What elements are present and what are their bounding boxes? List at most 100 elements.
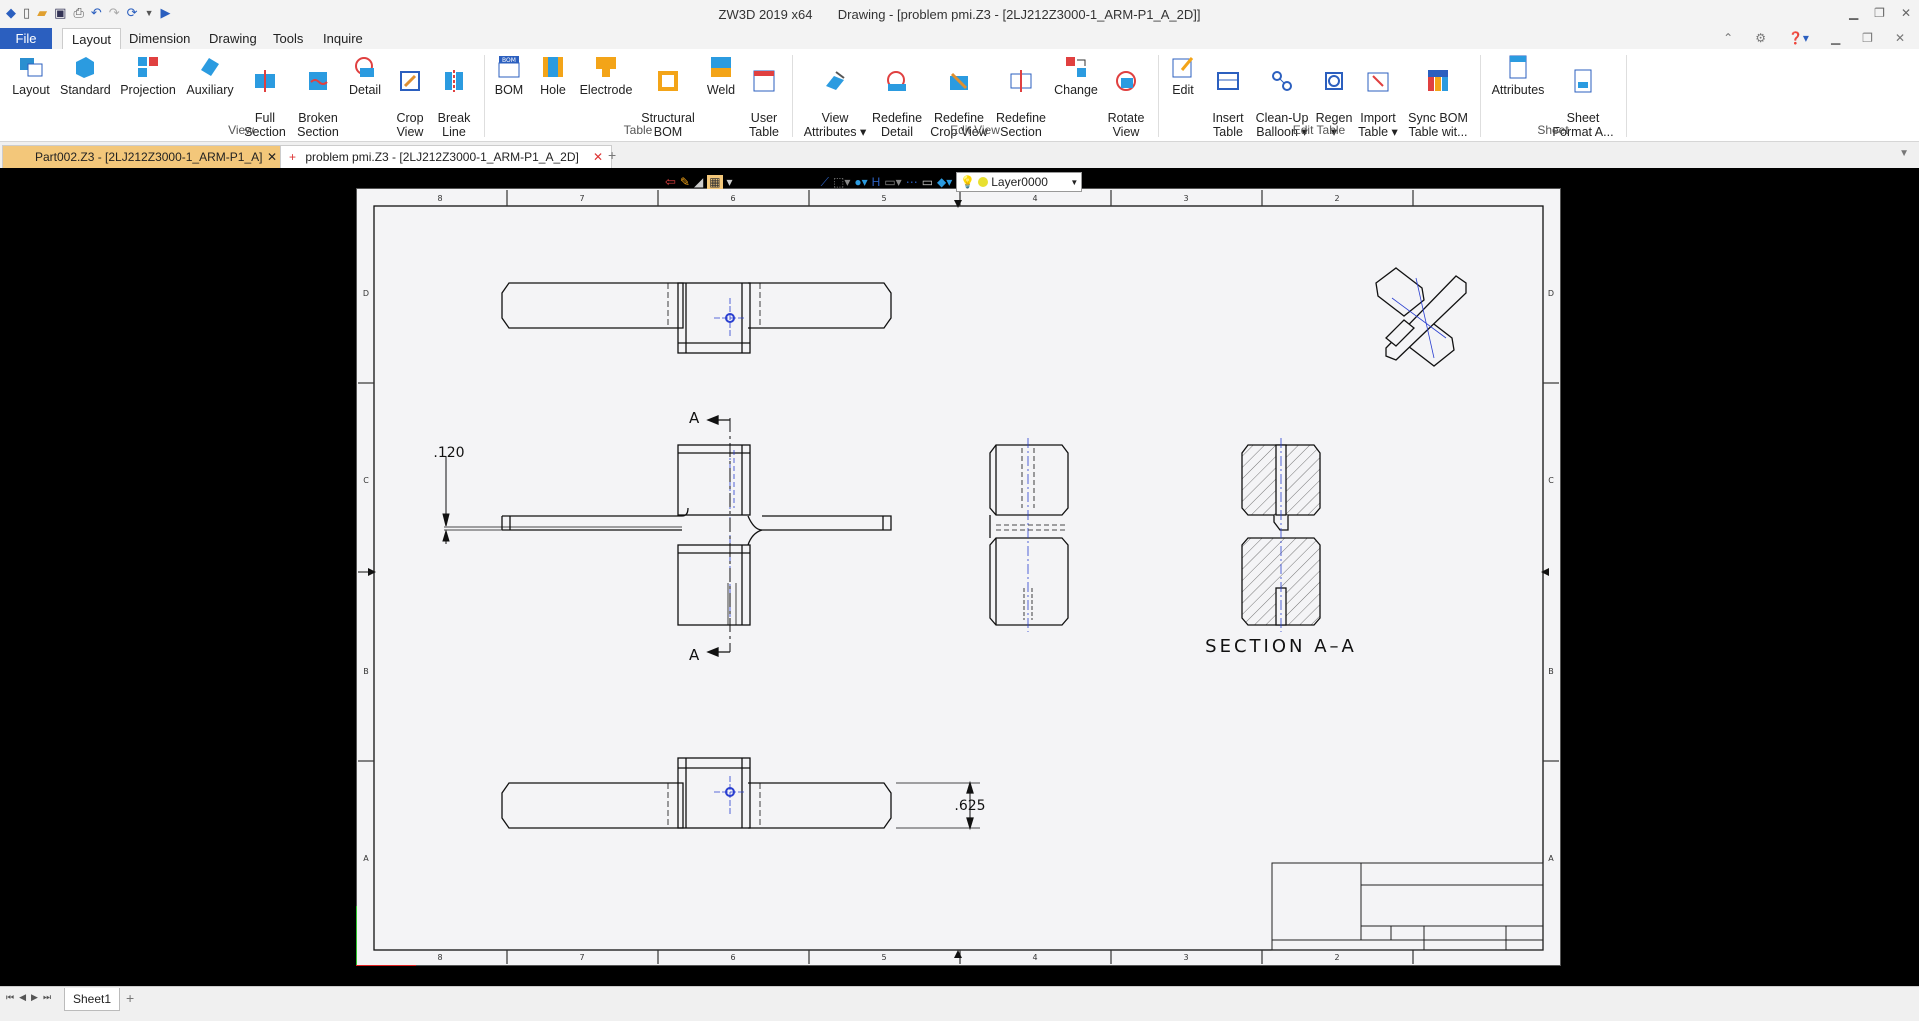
document-title: Drawing - [problem pmi.Z3 - [2LJ212Z3000… [837, 7, 1201, 22]
layer-dropdown[interactable]: 💡 Layer0000 ▼ [956, 172, 1083, 192]
zone-col-label: 5 [881, 953, 886, 962]
mdi-restore-icon[interactable]: ❐ [1862, 31, 1873, 45]
view-attributes-button[interactable]: View Attributes ▾ [800, 54, 870, 139]
layer-stack-icon[interactable]: ◆▾ [937, 175, 952, 189]
full-section-button[interactable]: Full Section ▾ [240, 54, 290, 153]
zone-col-label: 6 [730, 194, 735, 203]
tab-layout[interactable]: Layout [62, 28, 122, 51]
change-button[interactable]: Change [1052, 54, 1100, 122]
break-line-button[interactable]: Break Line [436, 54, 472, 139]
exit-icon[interactable]: ⇦ [665, 174, 676, 190]
zone-row-label: A [363, 854, 369, 863]
balloon-icon [1272, 71, 1292, 91]
tab-tools[interactable]: Tools [264, 28, 312, 49]
redefine-detail-button[interactable]: Redefine Detail [872, 54, 922, 139]
broken-section-button[interactable]: Broken Section [296, 54, 340, 139]
section-label-a-bottom: A [689, 646, 700, 664]
standard-view-icon [76, 57, 94, 78]
dimension-120-text[interactable]: .120 [433, 445, 464, 461]
dimension-mode-icon[interactable]: H [872, 175, 881, 189]
detail-button[interactable]: Detail [346, 54, 384, 122]
sheet-group-label: Sheet [1537, 123, 1569, 137]
tab-list-icon[interactable]: ▼ [1899, 148, 1909, 159]
layout-button[interactable]: Layout [10, 54, 52, 122]
regen-table-button[interactable]: Regen ▾ [1314, 54, 1354, 139]
crop-view-button[interactable]: Crop View [392, 54, 428, 139]
doc-tab-problem-pmi[interactable]: + problem pmi.Z3 - [2LJ212Z3000-1_ARM-P1… [280, 145, 612, 168]
highlight-icon[interactable]: ▦ [707, 175, 723, 189]
zone-col-label: 7 [579, 194, 584, 203]
user-table-button[interactable]: User Table [746, 54, 782, 139]
prev-sheet-icon[interactable]: ◀ [19, 992, 31, 1002]
tab-dimension[interactable]: Dimension [120, 28, 199, 49]
structural-bom-button[interactable]: Structural BOM [640, 54, 696, 139]
restore-icon[interactable]: ❐ [1874, 6, 1885, 20]
close-tab-icon[interactable]: ✕ [593, 146, 603, 168]
import-table-icon [1367, 72, 1389, 92]
bom-button[interactable]: BOM BOM [492, 54, 526, 122]
close-icon[interactable]: ✕ [1901, 6, 1911, 20]
zone-row-label: A [1548, 854, 1554, 863]
sheet-tab-sheet1[interactable]: Sheet1 [64, 988, 121, 1011]
sync-bom-table-button[interactable]: Sync BOM Table wit... [1404, 54, 1472, 139]
close-tab-icon[interactable]: ✕ [267, 146, 277, 168]
zone-col-label: 8 [437, 953, 442, 962]
structural-bom-icon [658, 71, 678, 91]
zone-col-label: 8 [437, 194, 442, 203]
edit-table-group-label: Edit Table [1292, 123, 1346, 137]
edit-table-button[interactable]: Edit [1166, 54, 1200, 122]
zone-row-label: C [363, 476, 369, 485]
help-icon[interactable]: ❓▾ [1788, 31, 1809, 45]
eraser-icon[interactable]: ◢ [694, 175, 703, 189]
hole-table-button[interactable]: Hole [536, 54, 570, 122]
projection-button[interactable]: Projection [118, 54, 178, 122]
section-title: SECTION A–A [1205, 636, 1357, 657]
standard-button[interactable]: Standard [60, 54, 111, 122]
sheet-format-button[interactable]: Sheet Format A... [1552, 54, 1614, 139]
hole-table-icon [543, 57, 563, 77]
electrode-button[interactable]: Electrode [578, 54, 634, 122]
pick-filter-icon[interactable]: ⟋ [821, 175, 829, 190]
edit-view-group-label: Edit View [950, 123, 1000, 137]
tab-inquire[interactable]: Inquire [314, 28, 372, 49]
file-menu[interactable]: File [0, 28, 52, 49]
snap-icon[interactable]: ⋯ [906, 175, 918, 189]
settings-gear-icon[interactable]: ⚙ [1755, 31, 1766, 45]
attributes-button[interactable]: Attributes [1488, 54, 1548, 122]
new-tab-icon[interactable]: + [608, 147, 616, 163]
redefine-section-button[interactable]: Redefine Section [994, 54, 1048, 139]
insert-table-button[interactable]: Insert Table [1206, 54, 1250, 139]
select-box-icon[interactable]: ⬚▾ [833, 175, 850, 189]
last-sheet-icon[interactable]: ⏭ [43, 992, 56, 1002]
rotate-view-button[interactable]: Rotate View [1104, 54, 1148, 139]
redefine-crop-view-button[interactable]: Redefine Crop View [928, 54, 990, 139]
chevron-down-icon: ▼ [1070, 177, 1079, 187]
next-sheet-icon[interactable]: ▶ [31, 992, 43, 1002]
filter-icon[interactable]: ▾ [727, 175, 733, 189]
tab-drawing[interactable]: Drawing [200, 28, 266, 49]
first-sheet-icon[interactable]: ⏮ [6, 992, 19, 1002]
view-orient-icon[interactable]: ▭▾ [884, 175, 901, 189]
mdi-close-icon[interactable]: ✕ [1895, 31, 1905, 45]
weld-table-button[interactable]: Weld [704, 54, 738, 122]
zone-col-label: 3 [1183, 194, 1188, 203]
auxiliary-button[interactable]: Auxiliary [184, 54, 236, 122]
separator [1158, 55, 1159, 137]
electrode-icon [596, 57, 616, 77]
rect-icon[interactable]: ▭ [922, 175, 933, 189]
clean-up-balloon-button[interactable]: Clean-Up Balloon ▾ [1254, 54, 1310, 139]
doc-tab-part002[interactable]: Part002.Z3 - [2LJ212Z3000-1_ARM-P1_A] ✕ [2, 145, 286, 168]
pencil-icon[interactable]: ✎ [680, 175, 690, 189]
broken-section-icon [309, 72, 328, 90]
minimize-icon[interactable]: ▁ [1849, 6, 1858, 20]
dimension-625-text[interactable]: .625 [954, 798, 985, 814]
view-attributes-icon [826, 71, 845, 90]
import-table-button[interactable]: Import Table ▾ [1356, 54, 1400, 139]
collapse-ribbon-icon[interactable]: ⌃ [1723, 31, 1733, 45]
add-sheet-icon[interactable]: + [126, 990, 134, 1006]
mdi-minimize-icon[interactable]: ▁ [1831, 31, 1840, 45]
lightbulb-icon: 💡 [960, 175, 976, 189]
render-mode-icon[interactable]: ●▾ [854, 175, 867, 189]
document-tabs: Part002.Z3 - [2LJ212Z3000-1_ARM-P1_A] ✕ … [0, 142, 1919, 169]
drawing-sheet[interactable]: 8 7 6 5 4 3 2 8 7 6 5 4 3 2 D C B A D C … [356, 188, 1561, 966]
